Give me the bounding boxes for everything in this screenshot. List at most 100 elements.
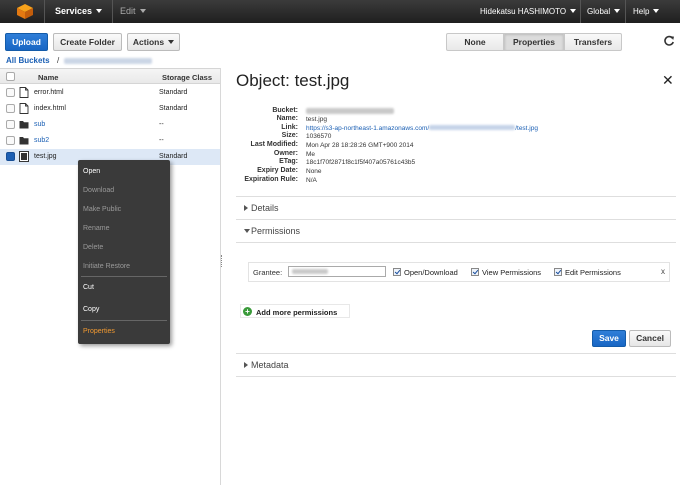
row-name[interactable]: sub (34, 121, 45, 128)
chevron-right-icon (244, 362, 248, 368)
prop-label-last-modified: Last Modified: (250, 141, 298, 148)
open-download-checkbox[interactable] (393, 268, 401, 276)
view-properties-button[interactable]: Properties (504, 33, 564, 51)
section-metadata-label: Metadata (251, 360, 289, 370)
close-icon[interactable]: ✕ (662, 73, 674, 87)
row-checkbox[interactable] (6, 88, 15, 97)
menu-item-copy[interactable]: Copy (83, 306, 99, 313)
prop-label-expiry-date: Expiry Date: (257, 167, 298, 174)
view-permissions-label: View Permissions (482, 268, 542, 277)
row-checkbox[interactable] (6, 152, 15, 161)
cancel-button[interactable]: Cancel (629, 330, 671, 347)
upload-button[interactable]: Upload (5, 33, 48, 51)
section-metadata[interactable]: Metadata (236, 353, 676, 376)
table-row[interactable]: sub -- (0, 117, 220, 133)
top-nav-bar: Services Edit Hidekatsu HASHIMOTO Global… (0, 0, 680, 23)
view-none-button[interactable]: None (446, 33, 504, 51)
grantee-input[interactable] (288, 266, 386, 277)
user-menu[interactable]: Hidekatsu HASHIMOTO (480, 7, 577, 16)
actions-label: Actions (132, 37, 165, 47)
chevron-down-icon (244, 229, 250, 233)
menu-item-rename[interactable]: Rename (83, 225, 109, 232)
page-title: Object: test.jpg (236, 71, 350, 90)
prop-value-owner: Me (306, 151, 316, 158)
remove-permission-icon[interactable]: x (661, 267, 665, 276)
prop-label-expiration-rule: Expiration Rule: (244, 176, 298, 183)
view-transfers-button[interactable]: Transfers (564, 33, 622, 51)
table-row[interactable]: index.html Standard (0, 101, 220, 117)
pane-splitter[interactable] (220, 68, 221, 485)
folder-icon (19, 137, 29, 145)
folder-icon (19, 121, 29, 129)
row-checkbox[interactable] (6, 136, 15, 145)
menu-item-initiate-restore[interactable]: Initiate Restore (83, 263, 130, 270)
breadcrumb-separator: / (57, 56, 60, 65)
divider (580, 0, 581, 23)
prop-value-link[interactable]: https://s3-ap-northeast-1.amazonaws.com/… (306, 125, 538, 132)
row-storage: -- (159, 137, 164, 144)
column-name[interactable]: Name (38, 73, 58, 82)
section-divider (236, 242, 676, 243)
prop-label-etag: ETag: (279, 158, 298, 165)
prop-label-bucket: Bucket: (272, 107, 298, 114)
file-icon (19, 87, 29, 98)
grantee-label: Grantee: (253, 268, 283, 277)
section-permissions-label: Permissions (251, 226, 301, 236)
menu-item-download[interactable]: Download (83, 187, 114, 194)
menu-item-properties[interactable]: Properties (83, 328, 115, 335)
row-storage: -- (159, 121, 164, 128)
splitter-grip[interactable] (221, 255, 223, 267)
row-name[interactable]: error.html (34, 89, 64, 96)
section-permissions[interactable]: Permissions (236, 219, 676, 242)
row-name[interactable]: index.html (34, 105, 66, 112)
edit-menu[interactable]: Edit (120, 6, 146, 16)
create-folder-button[interactable]: Create Folder (53, 33, 122, 51)
chevron-down-icon (96, 9, 103, 13)
column-storage-class[interactable]: Storage Class (162, 73, 212, 82)
section-details[interactable]: Details (236, 196, 676, 219)
refresh-icon[interactable] (663, 35, 675, 47)
permission-row: Grantee: Open/Download View Permissions … (248, 262, 670, 282)
table-row[interactable]: error.html Standard (0, 85, 220, 101)
region-menu[interactable]: Global (587, 7, 621, 16)
divider (44, 0, 45, 23)
prop-label-owner: Owner: (273, 150, 298, 157)
row-checkbox[interactable] (6, 104, 15, 113)
services-label: Services (55, 6, 93, 16)
breadcrumb-all-buckets[interactable]: All Buckets (6, 56, 50, 65)
services-menu[interactable]: Services (55, 6, 103, 16)
row-name[interactable]: test.jpg (34, 153, 57, 160)
prop-label-size: Size: (281, 132, 298, 139)
region-label: Global (587, 7, 611, 16)
file-icon (19, 103, 29, 114)
view-permissions-checkbox[interactable] (471, 268, 479, 276)
section-divider (236, 376, 676, 377)
row-checkbox[interactable] (6, 120, 15, 129)
image-icon (19, 151, 29, 162)
section-details-label: Details (251, 203, 279, 213)
chevron-down-icon (168, 40, 175, 44)
actions-button[interactable]: Actions (127, 33, 180, 51)
aws-cube-icon[interactable] (17, 4, 33, 19)
user-name: Hidekatsu HASHIMOTO (480, 7, 567, 16)
chevron-down-icon (653, 9, 660, 13)
breadcrumb-bucket-redacted[interactable] (64, 58, 152, 64)
menu-item-open[interactable]: Open (83, 168, 100, 175)
chevron-down-icon (570, 9, 577, 13)
chevron-down-icon (614, 9, 621, 13)
prop-value-bucket-redacted (306, 108, 394, 114)
menu-item-delete[interactable]: Delete (83, 244, 103, 251)
menu-item-cut[interactable]: Cut (83, 284, 94, 291)
edit-label: Edit (120, 6, 136, 16)
select-all-checkbox[interactable] (6, 72, 15, 81)
menu-item-make-public[interactable]: Make Public (83, 206, 121, 213)
prop-value-expiration-rule: N/A (306, 177, 317, 184)
add-more-permissions-button[interactable]: + Add more permissions (240, 304, 350, 318)
row-name[interactable]: sub2 (34, 137, 49, 144)
edit-permissions-checkbox[interactable] (554, 268, 562, 276)
menu-divider (81, 276, 167, 277)
table-row[interactable]: sub2 -- (0, 133, 220, 149)
help-menu[interactable]: Help (633, 7, 660, 16)
menu-divider (81, 320, 167, 321)
save-button[interactable]: Save (592, 330, 626, 347)
